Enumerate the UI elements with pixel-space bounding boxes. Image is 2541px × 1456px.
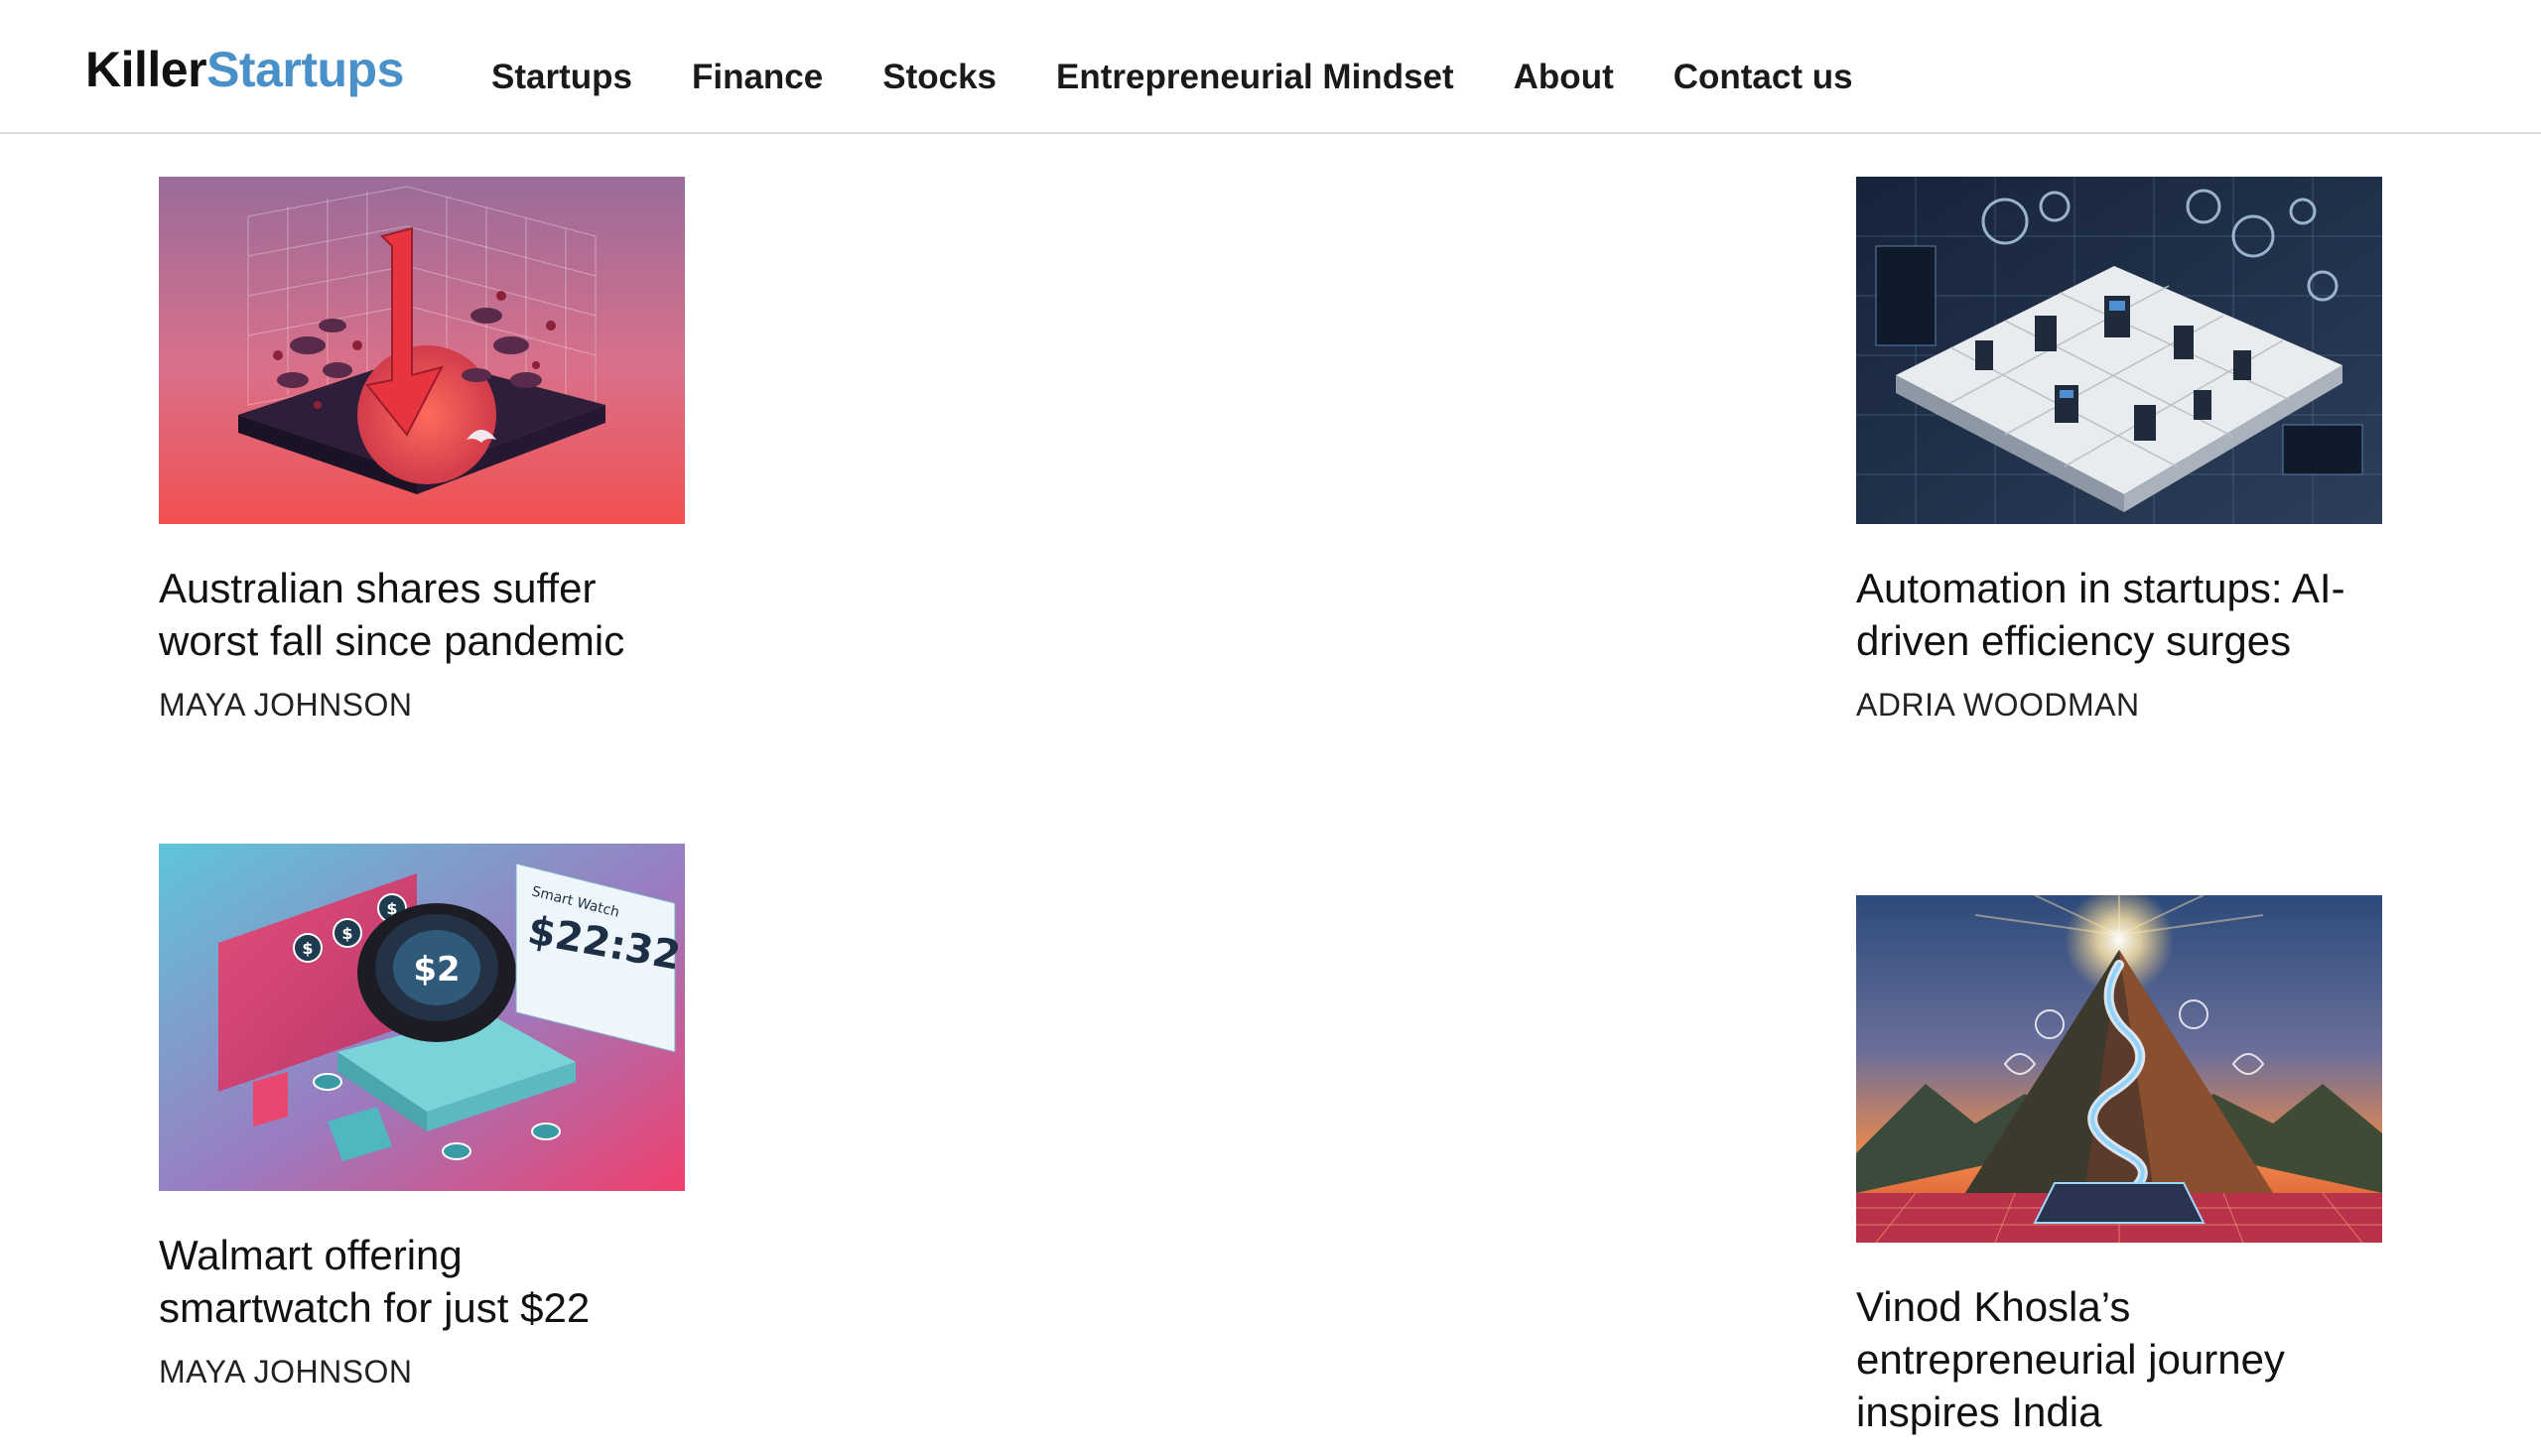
article-title[interactable]: Automation in startups: AI-driven effici… xyxy=(1856,562,2382,667)
site-logo[interactable]: KillerStartups xyxy=(85,38,404,101)
main-nav: Startups Finance Stocks Entrepreneurial … xyxy=(491,52,1853,103)
article-image-market-fall[interactable] xyxy=(159,177,685,524)
nav-item-about[interactable]: About xyxy=(1514,52,1614,103)
down-arrow-market-illustration xyxy=(159,177,685,524)
article-title[interactable]: Vinod Khosla’s entrepreneurial journey i… xyxy=(1856,1280,2382,1438)
svg-text:$: $ xyxy=(302,939,313,958)
article-title[interactable]: Walmart offering smartwatch for just $22 xyxy=(159,1229,685,1334)
article-image-smartwatch[interactable]: $ $ $ $2 Smart Watch $22:32 xyxy=(159,844,685,1191)
article-card: Vinod Khosla’s entrepreneurial journey i… xyxy=(1856,895,2382,1456)
article-card: $ $ $ $2 Smart Watch $22:32 Walmart offeri… xyxy=(159,844,685,1391)
nav-item-contact-us[interactable]: Contact us xyxy=(1673,52,1853,103)
article-card: Australian shares suffer worst fall sinc… xyxy=(159,177,685,725)
nav-item-finance[interactable]: Finance xyxy=(692,52,823,103)
nav-item-stocks[interactable]: Stocks xyxy=(882,52,997,103)
article-card: Automation in startups: AI-driven effici… xyxy=(1856,177,2382,725)
svg-text:$: $ xyxy=(341,924,352,943)
logo-text-startups: Startups xyxy=(206,42,404,97)
mountain-path-illustration xyxy=(1856,895,2382,1243)
automation-factory-illustration xyxy=(1856,177,2382,524)
article-image-automation[interactable] xyxy=(1856,177,2382,524)
smartwatch-shopping-illustration: $$$ $2 Smart Watch $22:32 xyxy=(159,844,685,1191)
article-author[interactable]: ADRIA WOODMAN xyxy=(1856,685,2382,725)
nav-item-startups[interactable]: Startups xyxy=(491,52,632,103)
site-header: KillerStartups Startups Finance Stocks E… xyxy=(0,0,2541,134)
article-image-mountain[interactable] xyxy=(1856,895,2382,1243)
article-author[interactable]: MAYA JOHNSON xyxy=(159,685,685,725)
logo-text-killer: Killer xyxy=(85,42,207,97)
article-author[interactable]: MAYA JOHNSON xyxy=(159,1352,685,1391)
article-title[interactable]: Australian shares suffer worst fall sinc… xyxy=(159,562,685,667)
nav-item-entrepreneurial-mindset[interactable]: Entrepreneurial Mindset xyxy=(1056,52,1454,103)
watch-face-text: $2 xyxy=(413,950,460,990)
